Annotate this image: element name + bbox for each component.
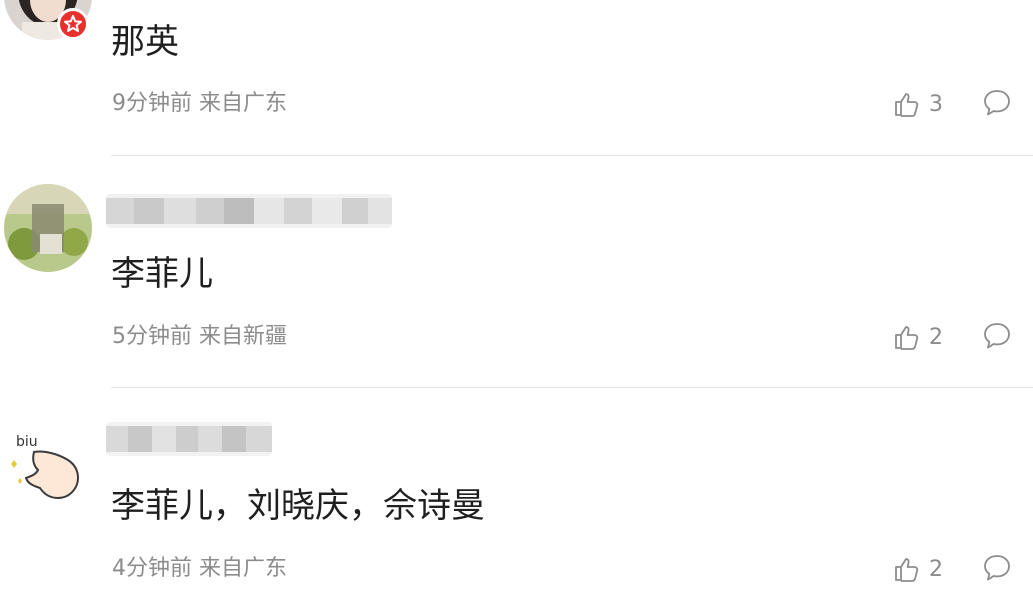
like-count: 2 — [929, 324, 943, 350]
comment-bubble-icon — [984, 90, 1010, 116]
reply-button[interactable] — [982, 88, 1012, 120]
user-photo-avatar-icon — [4, 184, 92, 272]
reply-button[interactable] — [982, 553, 1012, 585]
comment-time: 4分钟前 — [112, 556, 192, 581]
like-count: 3 — [929, 91, 943, 117]
avatar[interactable]: biu — [4, 422, 92, 510]
comment-text: 李菲儿，刘晓庆，佘诗曼 — [111, 486, 485, 526]
verified-badge-icon — [57, 8, 89, 40]
comment-meta: 9分钟前 来自广东 — [112, 89, 287, 119]
username-blurred[interactable] — [106, 422, 272, 456]
reply-button[interactable] — [982, 321, 1012, 353]
comment-text: 那英 — [111, 22, 179, 62]
like-button[interactable]: 3 — [893, 88, 943, 120]
comment-time: 5分钟前 — [112, 324, 192, 349]
comment-time: 9分钟前 — [112, 91, 192, 116]
biu-hand-avatar-icon: biu — [4, 422, 92, 510]
comment-location: 来自广东 — [199, 91, 288, 116]
comment-item: biu 李菲儿，刘晓庆，佘诗曼 4分钟前 来自广东 2 — [0, 388, 1033, 597]
comment-bubble-icon — [984, 555, 1010, 581]
like-button[interactable]: 2 — [893, 553, 943, 585]
thumbs-up-icon — [895, 93, 919, 117]
comment-item: 李菲儿 5分钟前 来自新疆 2 — [0, 156, 1033, 387]
avatar[interactable] — [4, 184, 92, 272]
comment-location: 来自广东 — [199, 556, 288, 581]
svg-text:biu: biu — [16, 434, 38, 450]
like-count: 2 — [929, 556, 943, 582]
comment-item: 那英 9分钟前 来自广东 3 — [0, 0, 1033, 155]
comment-location: 来自新疆 — [199, 324, 288, 349]
comment-text: 李菲儿 — [111, 254, 213, 294]
comment-meta: 5分钟前 来自新疆 — [112, 322, 287, 352]
thumbs-up-icon — [895, 558, 919, 582]
username-blurred[interactable] — [106, 194, 392, 228]
thumbs-up-icon — [895, 326, 919, 350]
like-button[interactable]: 2 — [893, 321, 943, 353]
comment-bubble-icon — [984, 323, 1010, 349]
comment-meta: 4分钟前 来自广东 — [112, 554, 287, 584]
